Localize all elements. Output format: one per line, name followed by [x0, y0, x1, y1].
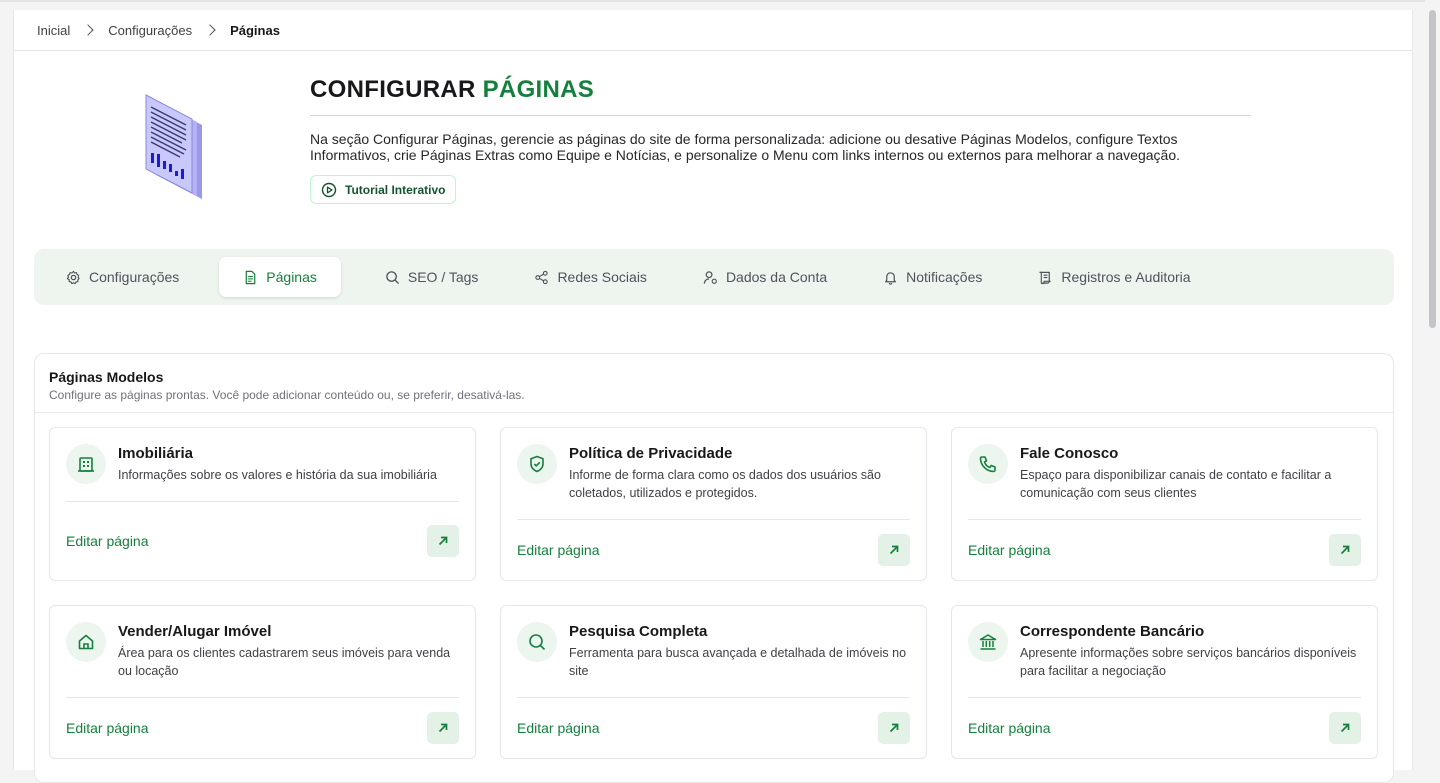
tab-seo-tags[interactable]: SEO / Tags — [373, 257, 491, 297]
template-pages-section: Páginas Modelos Configure as páginas pro… — [34, 353, 1394, 783]
edit-page-link[interactable]: Editar página — [66, 533, 149, 549]
tab-label: Redes Sociais — [557, 269, 647, 285]
title-prefix: CONFIGURAR — [310, 76, 476, 103]
breadcrumb-home[interactable]: Inicial — [37, 23, 70, 38]
open-page-button[interactable] — [878, 534, 910, 566]
main-panel: Inicial Configurações Páginas CONFIGURAR… — [13, 10, 1413, 783]
search-icon — [517, 622, 557, 662]
title-accent: PÁGINAS — [482, 76, 595, 103]
arrow-up-right-icon — [889, 545, 899, 555]
shield-icon — [517, 444, 557, 484]
page-title: CONFIGURAR PÁGINAS — [310, 76, 1251, 116]
page-card-correspondente-bancario: Correspondente Bancário Apresente inform… — [951, 605, 1378, 759]
card-description: Área para os clientes cadastrarem seus i… — [118, 646, 451, 678]
card-description: Informações sobre os valores e história … — [118, 468, 437, 482]
tab-configuracoes[interactable]: Configurações — [54, 257, 191, 297]
tab-paginas[interactable]: Páginas — [219, 257, 341, 297]
edit-page-link[interactable]: Editar página — [517, 720, 600, 736]
card-title: Imobiliária — [118, 445, 194, 462]
card-title: Pesquisa Completa — [569, 623, 708, 640]
card-title: Vender/Alugar Imóvel — [118, 623, 272, 640]
document-icon — [245, 270, 256, 284]
home-icon — [66, 622, 106, 662]
breadcrumb: Inicial Configurações Páginas — [14, 10, 1412, 51]
page-card-fale-conosco: Fale Conosco Espaço para disponibilizar … — [951, 427, 1378, 581]
page-scrollbar[interactable] — [1425, 0, 1440, 760]
tab-notificacoes[interactable]: Notificações — [871, 257, 994, 297]
card-footer: Editar página — [66, 697, 459, 758]
arrow-up-right-icon — [889, 723, 899, 733]
edit-page-link[interactable]: Editar página — [968, 542, 1051, 558]
bell-icon — [885, 271, 897, 285]
breadcrumb-settings[interactable]: Configurações — [108, 23, 192, 38]
arrow-up-right-icon — [438, 723, 448, 733]
card-description: Informe de forma clara como os dados dos… — [569, 468, 881, 500]
section-title: Páginas Modelos — [49, 369, 164, 385]
chevron-right-icon — [204, 24, 216, 36]
tab-dados-da-conta[interactable]: Dados da Conta — [691, 257, 839, 297]
card-footer: Editar página — [66, 501, 459, 580]
card-footer: Editar página — [968, 519, 1361, 580]
card-description: Apresente informações sobre serviços ban… — [1020, 646, 1357, 678]
arrow-up-right-icon — [1340, 545, 1350, 555]
phone-icon — [968, 444, 1008, 484]
share-icon — [535, 270, 549, 284]
tab-label: Registros e Auditoria — [1061, 269, 1191, 285]
tab-label: Dados da Conta — [725, 269, 828, 285]
card-footer: Editar página — [517, 697, 910, 758]
tutorial-button[interactable]: Tutorial Interativo — [310, 175, 457, 204]
card-title: Fale Conosco — [1020, 445, 1119, 462]
tab-label: Notificações — [906, 269, 983, 285]
section-subtitle: Configure as páginas prontas. Você pode … — [49, 388, 525, 402]
play-circle-icon — [321, 182, 337, 197]
bank-icon — [968, 622, 1008, 662]
card-title: Correspondente Bancário — [1020, 623, 1205, 640]
card-description: Espaço para disponibilizar canais de con… — [1020, 468, 1332, 500]
edit-page-link[interactable]: Editar página — [66, 720, 149, 736]
tab-registros-auditoria[interactable]: Registros e Auditoria — [1026, 257, 1202, 297]
header-text: CONFIGURAR PÁGINAS Na seção Configurar P… — [310, 76, 1251, 204]
open-page-button[interactable] — [427, 712, 459, 744]
settings-tabs: Configurações Páginas SEO / Tags Redes S… — [34, 249, 1394, 305]
user-icon — [703, 270, 717, 284]
top-border — [0, 0, 1440, 2]
tab-label: Configurações — [89, 269, 180, 285]
breadcrumb-current: Páginas — [230, 22, 280, 38]
arrow-up-right-icon — [438, 536, 448, 546]
page-card-vender-alugar: Vender/Alugar Imóvel Área para os client… — [49, 605, 476, 759]
card-title: Política de Privacidade — [569, 445, 733, 462]
page-card-pesquisa-completa: Pesquisa Completa Ferramenta para busca … — [500, 605, 927, 759]
section-header: Páginas Modelos Configure as páginas pro… — [35, 354, 1393, 413]
tab-redes-sociais[interactable]: Redes Sociais — [522, 257, 659, 297]
tutorial-label: Tutorial Interativo — [345, 182, 446, 197]
page-card-politica-privacidade: Política de Privacidade Informe de forma… — [500, 427, 927, 581]
tab-label: SEO / Tags — [407, 269, 479, 285]
chevron-right-icon — [82, 24, 94, 36]
open-page-button[interactable] — [1329, 534, 1361, 566]
search-icon — [386, 270, 399, 284]
open-page-button[interactable] — [427, 525, 459, 557]
scrollbar-thumb[interactable] — [1429, 10, 1436, 328]
page-description: Na seção Configurar Páginas, gerencie as… — [310, 131, 1180, 163]
open-page-button[interactable] — [1329, 712, 1361, 744]
open-page-button[interactable] — [878, 712, 910, 744]
card-footer: Editar página — [517, 519, 910, 580]
gear-icon — [66, 270, 80, 284]
tab-label: Páginas — [266, 269, 317, 285]
page-header: CONFIGURAR PÁGINAS Na seção Configurar P… — [14, 51, 1412, 249]
scroll-icon — [1039, 271, 1052, 284]
card-description: Ferramenta para busca avançada e detalha… — [569, 646, 907, 678]
page-card-imobiliaria: Imobiliária Informações sobre os valores… — [49, 427, 476, 581]
edit-page-link[interactable]: Editar página — [968, 720, 1051, 736]
edit-page-link[interactable]: Editar página — [517, 542, 600, 558]
document-illustration-icon — [145, 94, 202, 199]
building-icon — [66, 444, 106, 484]
card-footer: Editar página — [968, 697, 1361, 758]
arrow-up-right-icon — [1340, 723, 1350, 733]
